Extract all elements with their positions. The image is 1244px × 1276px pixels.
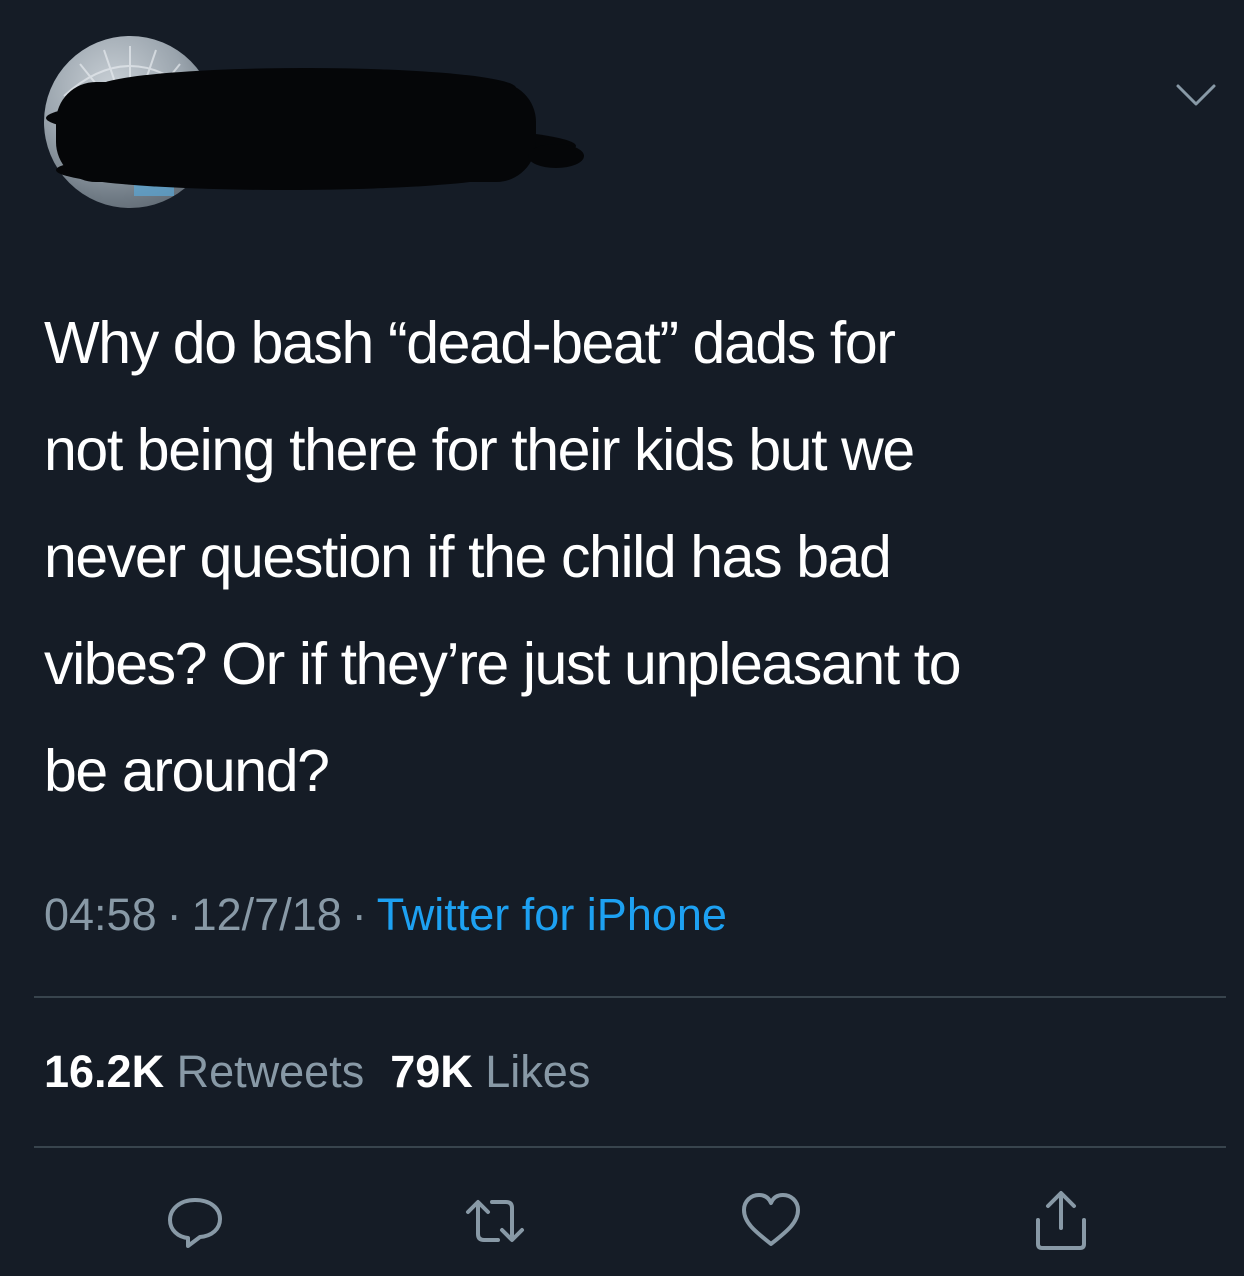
reply-icon [168,1198,222,1248]
tweet-date[interactable]: 12/7/18 [192,889,342,940]
tweet-text-line: be around? [44,738,330,804]
divider [34,996,1226,998]
tweet-text-line: vibes? Or if they’re just unpleasant to [44,631,962,697]
tweet-text-line: Why do bash “dead-beat” dads for [44,310,896,376]
heart-icon [742,1193,800,1246]
likes-label: Likes [485,1046,591,1097]
meta-separator: · [166,889,182,940]
chevron-down-icon [1176,84,1216,106]
tweet-text-line: not being there for their kids but we [44,417,915,483]
tweet-detail: Why do bash “dead-beat” dads for not bei… [0,0,1244,1276]
divider [34,1146,1226,1148]
meta-separator: · [351,889,367,940]
tweet-text-line: never question if the child has bad [44,524,892,590]
share-button[interactable] [1026,1186,1096,1256]
tweet-source-link[interactable]: Twitter for iPhone [377,889,727,940]
retweet-button[interactable] [460,1186,530,1256]
tweet-time[interactable]: 04:58 [44,889,157,940]
retweets-stat[interactable]: 16.2K Retweets [44,1046,364,1097]
redaction-scribble [46,68,584,190]
likes-stat[interactable]: 79K Likes [390,1046,590,1097]
tweet-meta: 04:58 · 12/7/18 · Twitter for iPhone [44,885,727,945]
tweet-text: Why do bash “dead-beat” dads for not bei… [44,290,1194,825]
reply-button[interactable] [160,1186,230,1256]
tweet-stats: 16.2K Retweets 79K Likes [44,1042,590,1102]
like-button[interactable] [736,1186,806,1256]
more-options-button[interactable] [1172,80,1220,110]
share-icon [1036,1191,1086,1250]
retweet-icon [466,1200,524,1242]
retweets-count: 16.2K [44,1046,165,1097]
retweets-label: Retweets [176,1046,365,1097]
likes-count: 79K [390,1046,473,1097]
tweet-action-bar [0,1186,1244,1256]
